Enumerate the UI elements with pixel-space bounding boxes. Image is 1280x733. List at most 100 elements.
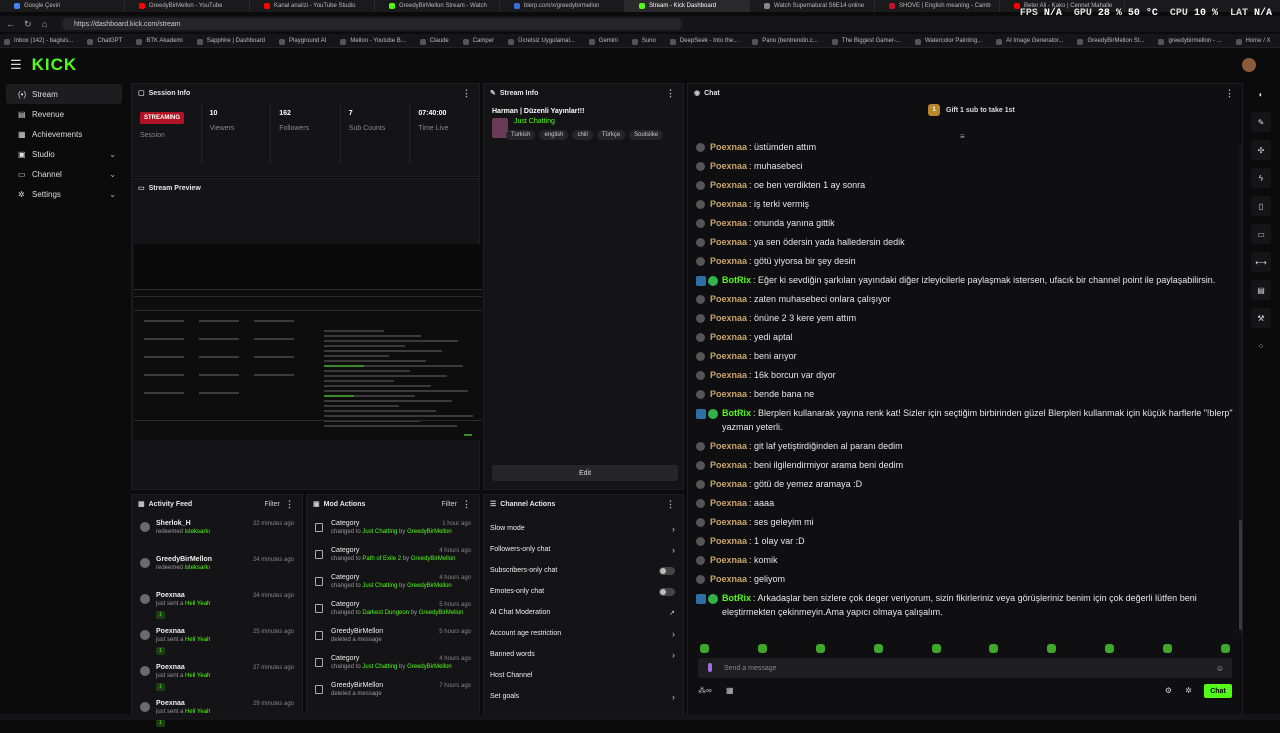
chat-username[interactable]: Poexnaa <box>710 479 747 489</box>
chat-username[interactable]: Poexnaa <box>710 294 747 304</box>
chat-username[interactable]: Poexnaa <box>710 536 747 546</box>
crosshair-icon[interactable]: ✣ <box>1251 140 1271 160</box>
bookmark-item[interactable]: The Biggest Gamer-... <box>828 38 911 45</box>
points-icon[interactable]: ⁂∞ <box>698 686 712 695</box>
home-icon[interactable]: ⌂ <box>42 19 54 29</box>
gear-icon[interactable]: ✲ <box>1185 686 1192 695</box>
calendar-icon[interactable]: ▦ <box>726 686 734 695</box>
activity-username[interactable]: Poexnaa <box>156 664 210 671</box>
bookmark-item[interactable]: Claude <box>416 38 459 45</box>
chevron-right-icon[interactable]: › <box>672 692 675 702</box>
mod-action-user[interactable]: GreedyBirMellon <box>419 610 464 616</box>
channel-action-account-age-restriction[interactable]: Account age restriction › <box>484 623 683 644</box>
kick-logo[interactable]: KICK <box>32 55 78 75</box>
stream-tag[interactable]: english <box>539 130 569 140</box>
gift-leaderboard[interactable]: 1 Gift 1 sub to take 1st <box>928 104 1015 116</box>
mod-action-category[interactable]: Just Chatting <box>362 529 397 535</box>
sidebar-item-achievements[interactable]: ▦ Achievements <box>6 124 122 144</box>
chat-username[interactable]: Poexnaa <box>710 555 747 565</box>
channel-action-emotes-only-chat[interactable]: Emotes-only chat <box>484 581 683 602</box>
edit-stream-button[interactable]: Edit <box>492 465 678 481</box>
emote-icon[interactable] <box>873 644 883 653</box>
browser-tab[interactable]: Kanal analizi - YouTube Studio <box>250 0 375 12</box>
activity-username[interactable]: Poexnaa <box>156 700 210 707</box>
more-options-icon[interactable]: ⋮ <box>285 499 294 510</box>
bookmark-item[interactable]: DeepSeek - Into the... <box>666 38 748 45</box>
channel-action-host-channel[interactable]: Host Channel <box>484 665 683 686</box>
activity-username[interactable]: GreedyBirMellon <box>156 556 212 563</box>
bookmark-item[interactable]: ChatGPT <box>83 38 132 45</box>
clipboard-icon[interactable]: ▤ <box>1251 280 1271 300</box>
channel-action-subscribers-only-chat[interactable]: Subscribers-only chat <box>484 560 683 581</box>
bookmark-item[interactable]: Home / X <box>1232 38 1280 45</box>
reload-icon[interactable]: ↻ <box>24 19 36 30</box>
more-options-icon[interactable]: ⋮ <box>666 88 675 99</box>
more-options-icon[interactable]: ⋮ <box>666 499 675 510</box>
mod-action-user[interactable]: GreedyBirMellon <box>411 556 456 562</box>
filter-button[interactable]: Filter <box>441 501 457 508</box>
trash-icon[interactable]: ▯ <box>1251 196 1271 216</box>
chat-username[interactable]: Poexnaa <box>710 180 747 190</box>
apps-icon[interactable]: ⁘ <box>1251 336 1271 356</box>
channel-action-followers-only-chat[interactable]: Followers-only chat › <box>484 539 683 560</box>
emote-icon[interactable] <box>815 644 825 653</box>
chat-username[interactable]: Poexnaa <box>710 351 747 361</box>
bookmark-item[interactable]: Sapphire | Dashboard <box>193 38 275 45</box>
sidebar-item-stream[interactable]: (•) Stream <box>6 84 122 104</box>
bookmark-item[interactable]: Gemini <box>585 38 628 45</box>
url-input[interactable]: https://dashboard.kick.com/stream <box>62 18 682 30</box>
browser-tab[interactable]: Watch Supernatural S6E14 online <box>750 0 875 12</box>
mod-action-category[interactable]: Just Chatting <box>362 583 397 589</box>
menu-icon[interactable]: ☰ <box>10 57 22 73</box>
sidebar-item-revenue[interactable]: ▤ Revenue <box>6 104 122 124</box>
emote-icon[interactable] <box>931 644 941 653</box>
chat-username[interactable]: Poexnaa <box>710 161 747 171</box>
toggle-switch[interactable] <box>659 566 675 575</box>
bookmark-item[interactable]: Pano (bentrendin.c... <box>748 38 828 45</box>
activity-username[interactable]: Sherlok_H <box>156 520 210 527</box>
channel-action-set-goals[interactable]: Set goals › <box>484 686 683 707</box>
external-link-icon[interactable]: ↗ <box>669 609 675 617</box>
chat-username[interactable]: BotRix <box>722 593 751 603</box>
channel-action-slow-mode[interactable]: Slow mode › <box>484 518 683 539</box>
browser-tab[interactable]: Stream - Kick Dashboard <box>625 0 750 12</box>
chevron-right-icon[interactable]: › <box>672 629 675 639</box>
back-icon[interactable]: ← <box>6 19 18 29</box>
bookmark-item[interactable]: BTK Akademi <box>132 38 192 45</box>
chat-username[interactable]: Poexnaa <box>710 517 747 527</box>
raid-icon[interactable]: ⟷ <box>1251 252 1271 272</box>
chevron-down-icon[interactable]: ⌄ <box>109 170 116 179</box>
stream-preview-video[interactable] <box>134 244 482 440</box>
more-options-icon[interactable]: ⋮ <box>462 499 471 510</box>
stream-tag[interactable]: Turkish <box>506 130 536 140</box>
bookmark-item[interactable]: Mellon - Youtube B... <box>336 38 415 45</box>
chat-username[interactable]: BotRix <box>722 275 751 285</box>
chat-username[interactable]: Poexnaa <box>710 218 747 228</box>
bookmark-item[interactable]: AI Image Generator... <box>992 38 1073 45</box>
emote-icon[interactable] <box>1220 644 1230 653</box>
mod-action-user[interactable]: GreedyBirMellon <box>407 583 452 589</box>
chat-username[interactable]: Poexnaa <box>710 199 747 209</box>
chevron-down-icon[interactable]: ⌄ <box>109 190 116 199</box>
mod-action-category[interactable]: Path of Exile 2 <box>362 556 401 562</box>
bookmark-item[interactable]: Inbox (142) - bagisis... <box>0 38 83 45</box>
scrollbar-thumb[interactable] <box>1239 520 1242 630</box>
user-avatar[interactable] <box>1242 58 1256 72</box>
browser-tab[interactable]: GreedyBirMellon Stream - Watch <box>375 0 500 12</box>
chevron-right-icon[interactable]: › <box>672 524 675 534</box>
chat-username[interactable]: Poexnaa <box>710 498 747 508</box>
activity-username[interactable]: Poexnaa <box>156 592 210 599</box>
emote-icon[interactable] <box>700 644 709 653</box>
emote-icon[interactable] <box>1163 644 1172 653</box>
message-icon[interactable]: ▭ <box>1251 224 1271 244</box>
chat-scrollbar[interactable] <box>1239 145 1242 635</box>
bookmark-item[interactable]: Ücretsiz Uygulamal... <box>504 38 585 45</box>
bookmark-item[interactable]: Camper <box>459 38 504 45</box>
channel-action-banned-words[interactable]: Banned words › <box>484 644 683 665</box>
toggle-switch[interactable] <box>659 587 675 596</box>
stream-tag[interactable]: Soulslike <box>629 130 664 140</box>
stream-tag[interactable]: chill <box>572 130 593 140</box>
activity-username[interactable]: Poexnaa <box>156 628 210 635</box>
bookmark-item[interactable]: GreedyBirMellon St... <box>1073 38 1154 45</box>
channel-action-ai-chat-moderation[interactable]: AI Chat Moderation ↗ <box>484 602 683 623</box>
